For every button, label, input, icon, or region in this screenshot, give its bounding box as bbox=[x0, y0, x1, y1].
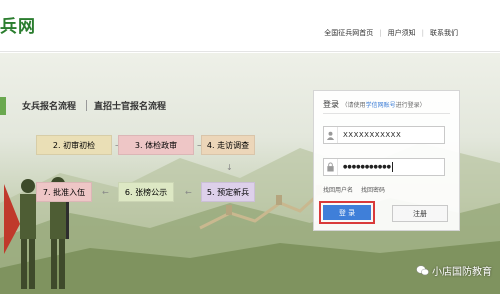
nav-link-contact[interactable]: 联系我们 bbox=[430, 28, 458, 38]
user-icon bbox=[324, 127, 338, 143]
site-header: 兵网 全国征兵网首页 | 用户须知 | 联系我们 bbox=[0, 0, 500, 52]
arrow-left-icon: ← bbox=[185, 188, 192, 197]
step-reserve-recruit: 5. 预定新兵 bbox=[201, 182, 255, 202]
step-visit-investigation: 4. 走访调查 bbox=[201, 135, 255, 155]
nav-link-user-notice[interactable]: 用户须知 bbox=[388, 28, 416, 38]
title-divider bbox=[323, 113, 450, 114]
username-value: XXXXXXXXXXX bbox=[343, 131, 402, 139]
wechat-icon bbox=[416, 265, 429, 276]
login-button-highlight: 登 录 bbox=[319, 201, 375, 224]
login-hint-post: 进行登录） bbox=[395, 102, 426, 109]
lock-icon bbox=[324, 159, 338, 175]
nav-divider: | bbox=[421, 29, 424, 37]
arrow-down-icon: ↓ bbox=[226, 163, 233, 172]
username-field[interactable]: XXXXXXXXXXX bbox=[323, 126, 445, 144]
password-field[interactable]: ●●●●●●●●●●● bbox=[323, 158, 445, 176]
top-nav: 全国征兵网首页 | 用户须知 | 联系我们 bbox=[324, 28, 458, 38]
step-public-notice: 6. 张榜公示 bbox=[118, 182, 174, 202]
nav-link-home[interactable]: 全国征兵网首页 bbox=[324, 28, 373, 38]
active-tab-marker bbox=[0, 97, 6, 115]
step-preliminary-check: 2. 初审初检 bbox=[36, 135, 112, 155]
find-username-link[interactable]: 找回用户名 bbox=[323, 185, 353, 194]
tab-divider bbox=[86, 100, 87, 111]
register-button[interactable]: 注册 bbox=[392, 205, 448, 222]
recovery-links: 找回用户名 找回密码 bbox=[323, 185, 393, 194]
login-heading: 登录 bbox=[323, 100, 339, 109]
step-physical-political-check: 3. 体检政审 bbox=[118, 135, 194, 155]
find-password-link[interactable]: 找回密码 bbox=[361, 185, 385, 194]
login-title: 登录 （请使用学信网账号进行登录） bbox=[323, 99, 426, 110]
hero-banner: 女兵报名流程 直招士官报名流程 2. 初审初检 → 3. 体检政审 → 4. 走… bbox=[0, 53, 500, 294]
login-hint-pre: （请使用 bbox=[341, 102, 366, 109]
site-logo[interactable]: 兵网 bbox=[0, 12, 36, 37]
tab-direct-recruit-process[interactable]: 直招士官报名流程 bbox=[94, 99, 166, 112]
text-cursor bbox=[392, 162, 393, 172]
step-approve-enlist: 7. 批准入伍 bbox=[36, 182, 92, 202]
login-panel: 登录 （请使用学信网账号进行登录） XXXXXXXXXXX ●●●●●●●●●●… bbox=[313, 90, 460, 231]
watermark-text: 小店国防教育 bbox=[432, 267, 492, 278]
password-value: ●●●●●●●●●●● bbox=[343, 164, 391, 170]
tab-female-soldier-process[interactable]: 女兵报名流程 bbox=[22, 99, 76, 112]
login-button[interactable]: 登 录 bbox=[323, 205, 371, 220]
nav-divider: | bbox=[379, 29, 382, 37]
arrow-left-icon: ← bbox=[102, 188, 109, 197]
login-hint: （请使用学信网账号进行登录） bbox=[342, 102, 426, 109]
process-tabs: 女兵报名流程 直招士官报名流程 bbox=[0, 97, 230, 117]
xuexin-account-link[interactable]: 学信网账号 bbox=[366, 102, 396, 109]
wechat-watermark: 小店国防教育 bbox=[416, 263, 492, 278]
